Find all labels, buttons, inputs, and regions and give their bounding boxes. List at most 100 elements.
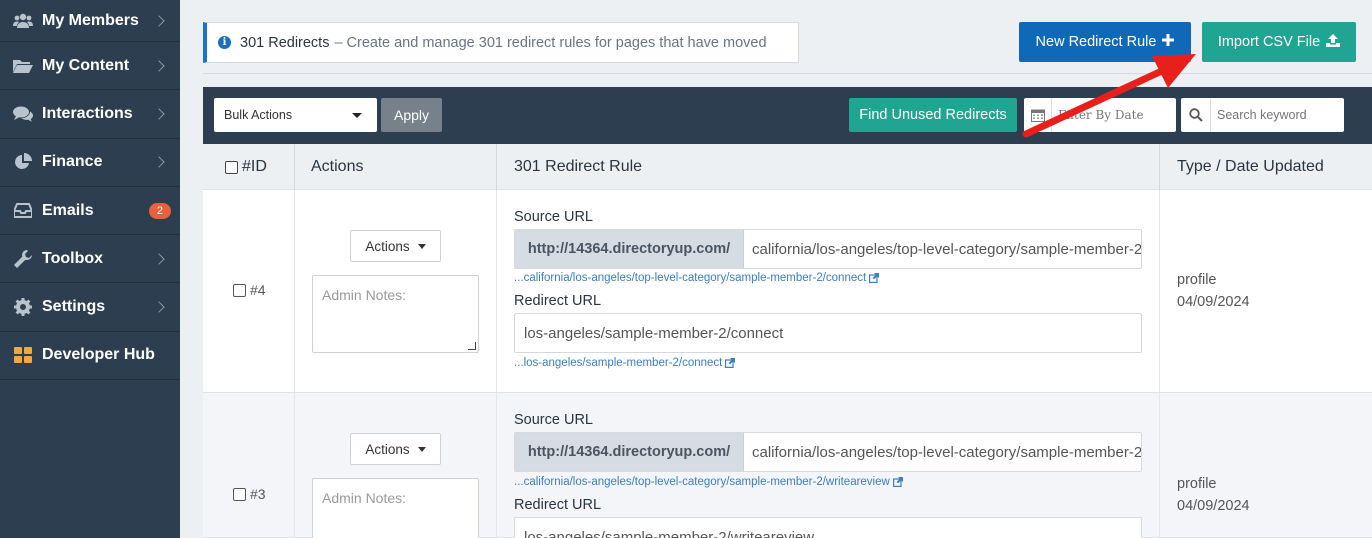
base-url-addon: http://14364.directoryup.com/ — [515, 230, 744, 268]
source-url-field[interactable]: http://14364.directoryup.com/ california… — [514, 229, 1142, 269]
sidebar-item-label: Developer Hub — [42, 346, 155, 364]
table-toolbar: Bulk Actions Apply Find Unused Redirects — [203, 87, 1372, 144]
pie-chart-icon — [13, 153, 33, 171]
admin-notes-textarea[interactable]: Admin Notes: — [312, 478, 479, 538]
redirect-url-label: Redirect URL — [514, 497, 602, 513]
table-row: #3 Actions Admin Notes: Source URL http:… — [203, 393, 1372, 538]
sidebar-item-label: Emails — [42, 201, 94, 219]
chevron-right-icon — [153, 156, 165, 168]
column-divider — [496, 144, 497, 190]
chevron-right-icon — [153, 14, 165, 27]
admin-notes-textarea[interactable]: Admin Notes: — [312, 275, 479, 353]
type-date-cell: profile 04/09/2024 — [1177, 269, 1250, 313]
chevron-right-icon — [153, 301, 165, 313]
grid-icon — [13, 346, 33, 364]
column-divider — [496, 190, 497, 392]
source-url-link-text: ...california/los-angeles/top-level-cate… — [514, 476, 890, 488]
unread-count-badge: 2 — [148, 202, 171, 219]
search-icon — [1181, 98, 1211, 132]
sidebar-item-settings[interactable]: Settings — [0, 283, 180, 332]
source-url-label: Source URL — [514, 209, 593, 225]
redirect-url-field[interactable]: los-angeles/sample-member-2/connect — [514, 313, 1142, 353]
wrench-icon — [13, 249, 33, 268]
sidebar-item-label: Finance — [42, 153, 103, 171]
folder-icon — [13, 57, 33, 75]
bulk-actions-value: Bulk Actions — [224, 108, 293, 122]
inbox-icon — [13, 202, 33, 220]
search-field[interactable] — [1181, 98, 1344, 132]
column-divider — [1159, 144, 1160, 190]
members-icon — [13, 12, 33, 30]
page-info-banner: i 301 Redirects – Create and manage 301 … — [203, 22, 799, 63]
calendar-icon — [1024, 98, 1052, 132]
base-url-addon: http://14364.directoryup.com/ — [515, 433, 744, 471]
page-title: 301 Redirects — [240, 34, 330, 51]
source-url-link[interactable]: ...california/los-angeles/top-level-cate… — [514, 272, 880, 284]
column-divider — [1159, 190, 1160, 392]
source-url-field[interactable]: http://14364.directoryup.com/ california… — [514, 432, 1142, 472]
external-link-icon — [869, 273, 880, 284]
column-divider — [294, 190, 295, 392]
id-column-header: #ID — [225, 144, 267, 190]
sidebar-item-label: My Members — [42, 11, 139, 29]
source-url-link[interactable]: ...california/los-angeles/top-level-cate… — [514, 476, 903, 488]
id-header-label: #ID — [242, 158, 267, 175]
search-input[interactable] — [1211, 108, 1339, 122]
date-filter-input[interactable] — [1052, 108, 1172, 122]
sidebar-item-label: Interactions — [42, 104, 133, 122]
column-divider — [496, 393, 497, 537]
sidebar-item-toolbox[interactable]: Toolbox — [0, 235, 180, 284]
import-csv-button[interactable]: Import CSV File — [1202, 22, 1356, 62]
table-header: #ID Actions 301 Redirect Rule Type / Dat… — [203, 144, 1372, 190]
row-id: #4 — [250, 282, 266, 298]
sidebar-item-interactions[interactable]: Interactions — [0, 90, 180, 139]
header-divider — [203, 73, 1372, 74]
row-checkbox[interactable] — [233, 283, 246, 297]
new-redirect-rule-button[interactable]: New Redirect Rule — [1019, 22, 1191, 62]
bulk-actions-select[interactable]: Bulk Actions — [214, 98, 377, 132]
sidebar-item-my-content[interactable]: My Content — [0, 42, 180, 91]
row-id-cell: #4 — [233, 282, 266, 298]
resize-handle-icon[interactable] — [468, 342, 476, 350]
source-url-link-text: ...california/los-angeles/top-level-cate… — [514, 272, 867, 284]
redirect-url-field[interactable]: los-angeles/sample-member-2/writeareview — [514, 517, 1142, 538]
row-type: profile — [1177, 272, 1217, 288]
row-id-cell: #3 — [233, 486, 266, 502]
row-actions-button[interactable]: Actions — [350, 230, 441, 262]
column-divider — [1159, 393, 1160, 537]
redirect-url-link-text: ...los-angeles/sample-member-2/connect — [514, 357, 723, 369]
apply-button[interactable]: Apply — [381, 98, 442, 132]
rule-column-header: 301 Redirect Rule — [514, 158, 643, 175]
import-csv-label: Import CSV File — [1217, 34, 1321, 50]
info-icon: i — [218, 36, 231, 49]
sidebar-item-emails[interactable]: Emails 2 — [0, 187, 180, 236]
sidebar-item-my-members[interactable]: My Members — [0, 0, 180, 42]
row-checkbox[interactable] — [233, 487, 246, 501]
chevron-right-icon — [153, 59, 165, 72]
sidebar-item-label: Toolbox — [42, 249, 104, 267]
caret-down-icon — [352, 113, 362, 118]
external-link-icon — [725, 358, 736, 369]
select-all-checkbox[interactable] — [225, 160, 238, 174]
type-date-cell: profile 04/09/2024 — [1177, 473, 1250, 517]
external-link-icon — [892, 477, 903, 488]
find-unused-redirects-button[interactable]: Find Unused Redirects — [849, 98, 1017, 132]
column-divider — [294, 393, 295, 537]
sidebar-item-label: Settings — [42, 298, 106, 316]
sidebar-item-developer-hub[interactable]: Developer Hub — [0, 332, 180, 381]
chat-icon — [13, 105, 33, 123]
upload-icon — [1326, 33, 1341, 51]
admin-notes-placeholder: Admin Notes: — [322, 287, 407, 303]
redirect-url-link[interactable]: ...los-angeles/sample-member-2/connect — [514, 357, 736, 369]
source-url-label: Source URL — [514, 412, 593, 428]
chevron-right-icon — [153, 253, 165, 265]
source-url-value[interactable]: california/los-angeles/top-level-categor… — [744, 433, 1141, 471]
source-url-value[interactable]: california/los-angeles/top-level-categor… — [744, 230, 1141, 268]
sidebar-item-finance[interactable]: Finance — [0, 139, 180, 187]
row-actions-button[interactable]: Actions — [350, 433, 441, 465]
actions-column-header: Actions — [311, 158, 364, 175]
chevron-right-icon — [153, 108, 165, 120]
date-filter-field[interactable] — [1024, 98, 1176, 132]
row-type: profile — [1177, 476, 1217, 492]
row-actions-label: Actions — [365, 441, 410, 457]
